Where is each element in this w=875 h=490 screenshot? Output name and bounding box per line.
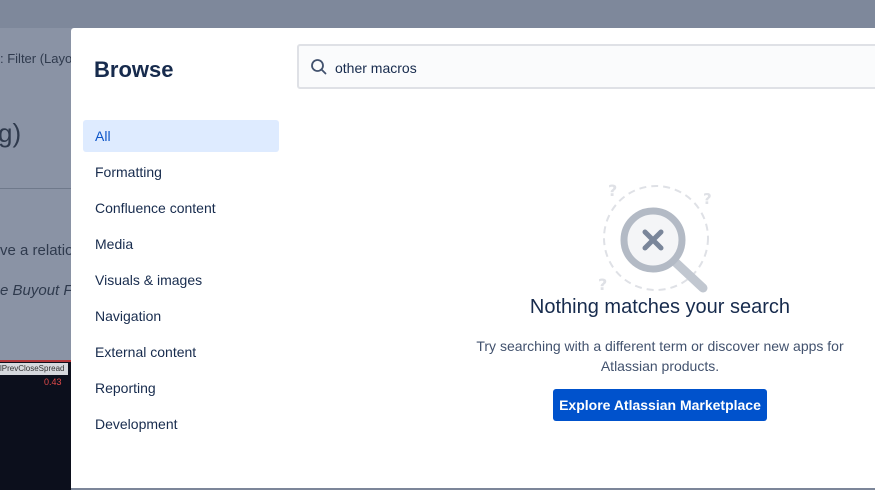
background-text-line-italic: e Buyout Fi bbox=[0, 282, 76, 299]
background-text-line: ve a relatio bbox=[0, 242, 74, 259]
explore-marketplace-button[interactable]: Explore Atlassian Marketplace bbox=[553, 389, 767, 421]
background-divider bbox=[0, 188, 71, 189]
background-spread-label: lPrevCloseSpread bbox=[0, 363, 68, 375]
background-toolbar bbox=[0, 0, 875, 28]
empty-state-description-line: Try searching with a different term or d… bbox=[476, 338, 844, 354]
nav-item-reporting[interactable]: Reporting bbox=[83, 372, 279, 404]
svg-text:?: ? bbox=[703, 190, 712, 208]
nav-item-external-content[interactable]: External content bbox=[83, 336, 279, 368]
category-nav: All Formatting Confluence content Media … bbox=[83, 120, 279, 444]
search-box[interactable] bbox=[297, 44, 875, 89]
dialog-title: Browse bbox=[94, 57, 174, 82]
search-input[interactable] bbox=[333, 55, 875, 81]
nav-item-media[interactable]: Media bbox=[83, 228, 279, 260]
macro-browser-dialog: Browse All Formatting Confluence content… bbox=[71, 28, 875, 488]
magnifier-x-icon: ? ? ? bbox=[598, 181, 712, 294]
empty-state-title: Nothing matches your search bbox=[529, 296, 791, 318]
search-icon bbox=[309, 57, 329, 77]
background-spread-value: 0.43 bbox=[44, 377, 62, 387]
svg-text:?: ? bbox=[608, 181, 617, 200]
background-heading-fragment: g) bbox=[0, 118, 22, 148]
nav-item-development[interactable]: Development bbox=[83, 408, 279, 440]
empty-state-description: Try searching with a different term or d… bbox=[460, 336, 860, 376]
nav-item-confluence-content[interactable]: Confluence content bbox=[83, 192, 279, 224]
background-filter-text: : Filter (Layo bbox=[0, 51, 73, 66]
empty-state-description-line: Atlassian products. bbox=[600, 358, 720, 374]
nav-item-formatting[interactable]: Formatting bbox=[83, 156, 279, 188]
nav-item-all[interactable]: All bbox=[83, 120, 279, 152]
nav-item-visuals-images[interactable]: Visuals & images bbox=[83, 264, 279, 296]
nav-item-navigation[interactable]: Navigation bbox=[83, 300, 279, 332]
svg-text:?: ? bbox=[598, 275, 607, 294]
